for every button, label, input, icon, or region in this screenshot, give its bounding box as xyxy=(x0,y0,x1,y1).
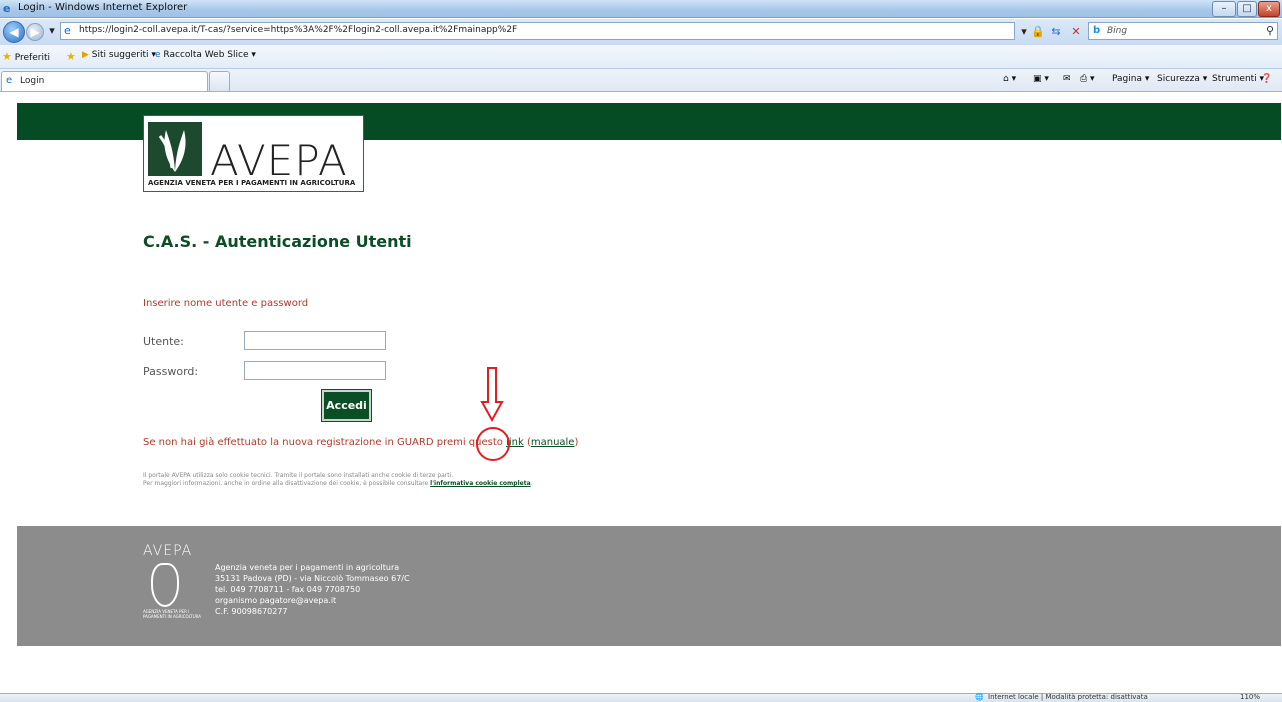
favorites-bar: ★ Preferiti ★ ▶ Siti suggeriti ▾ e Racco… xyxy=(0,45,1282,69)
password-label: Password: xyxy=(143,365,199,378)
login-prompt: Inserire nome utente e password xyxy=(143,298,309,309)
web-slice-link[interactable]: e Raccolta Web Slice ▾ xyxy=(155,50,256,60)
registration-text: Se non hai già effettuato la nuova regis… xyxy=(143,437,507,448)
zoom-level[interactable]: 110% xyxy=(1240,693,1260,701)
cookie-notice: Il portale AVEPA utilizza solo cookie te… xyxy=(143,472,533,488)
footer xyxy=(17,526,1281,646)
footer-line-cf: C.F. 90098670277 xyxy=(215,607,288,616)
home-icon[interactable]: ⌂ ▾ xyxy=(1003,74,1016,84)
suggested-sites-link[interactable]: ▶ Siti suggeriti ▾ xyxy=(82,50,156,60)
web-slice-label: Raccolta Web Slice ▾ xyxy=(163,50,256,60)
bing-icon: b xyxy=(1093,25,1101,36)
tab-ie-icon: e xyxy=(6,75,13,86)
annotation-arrow-icon xyxy=(480,367,504,422)
suggested-sites-label: Siti suggeriti ▾ xyxy=(91,50,156,60)
avepa-logo: AVEPA AGENZIA VENETA PER I PAGAMENTI IN … xyxy=(143,115,364,192)
tab-login[interactable]: e Login xyxy=(1,71,208,91)
search-icon[interactable]: ⚲ xyxy=(1266,24,1274,37)
username-field[interactable] xyxy=(244,331,386,350)
maximize-button[interactable]: □ xyxy=(1237,1,1257,17)
tools-menu[interactable]: Strumenti ▾ xyxy=(1212,74,1264,84)
tab-label: Login xyxy=(20,76,45,86)
status-zone-icon: 🌐 xyxy=(975,693,984,701)
footer-wheat-icon xyxy=(151,563,179,607)
minimize-button[interactable]: – xyxy=(1212,1,1236,17)
page-icon: e xyxy=(64,24,71,37)
manual-suffix: ) xyxy=(574,437,579,448)
footer-line-email: organismo pagatore@avepa.it xyxy=(215,596,337,605)
cookie-policy-link[interactable]: l'informativa cookie completa xyxy=(430,480,530,487)
cookie-line-2: Per maggiori informazioni, anche in ordi… xyxy=(143,480,431,487)
footer-logo-wordmark: AVEPA xyxy=(143,543,193,559)
bing-suggest-icon: ▶ xyxy=(82,50,89,60)
manual-link[interactable]: manuale xyxy=(531,437,575,448)
cookie-line-1: Il portale AVEPA utilizza solo cookie te… xyxy=(143,472,454,479)
page-title: C.A.S. - Autenticazione Utenti xyxy=(143,232,412,251)
manual-prefix: ( xyxy=(523,437,531,448)
favorites-label: Preferiti xyxy=(14,53,50,63)
mail-icon[interactable]: ✉ xyxy=(1063,74,1071,84)
new-tab-button[interactable] xyxy=(209,71,230,91)
login-button[interactable]: Accedi xyxy=(321,389,372,422)
feeds-icon[interactable]: ▣ ▾ xyxy=(1033,74,1049,84)
footer-line-org: Agenzia veneta per i pagamenti in agrico… xyxy=(215,563,400,572)
footer-line-address: 35131 Padova (PD) - via Niccolò Tommaseo… xyxy=(215,574,410,583)
back-button[interactable]: ◀ xyxy=(3,21,25,43)
url-field[interactable]: e https://login2-coll.avepa.it/T-cas/?se… xyxy=(60,22,1015,40)
logo-tagline: AGENZIA VENETA PER I PAGAMENTI IN AGRICO… xyxy=(148,179,356,187)
favorites-star-icon: ★ xyxy=(2,50,12,63)
stop-icon[interactable]: ✕ xyxy=(1068,24,1084,40)
print-icon[interactable]: ⎙ ▾ xyxy=(1080,74,1095,84)
annotation-circle xyxy=(476,427,510,461)
status-bar: 🌐 Internet locale | Modalità protetta: d… xyxy=(0,693,1282,702)
footer-logo-tagline: AGENZIA VENETA PER I PAGAMENTI IN AGRICO… xyxy=(143,609,202,619)
status-zone: Internet locale | Modalità protetta: dis… xyxy=(988,693,1148,701)
registration-line: Se non hai già effettuato la nuova regis… xyxy=(143,437,578,448)
security-menu[interactable]: Sicurezza ▾ xyxy=(1157,74,1207,84)
help-icon[interactable]: ❓ xyxy=(1261,74,1272,84)
search-placeholder: Bing xyxy=(1107,26,1128,36)
address-bar: ◀ ▶ ▾ e https://login2-coll.avepa.it/T-c… xyxy=(0,19,1282,45)
footer-line-phone: tel. 049 7708711 - fax 049 7708750 xyxy=(215,585,361,594)
wheat-logo-icon xyxy=(148,122,202,176)
logo-wordmark: AVEPA xyxy=(210,136,348,185)
url-text: https://login2-coll.avepa.it/T-cas/?serv… xyxy=(79,25,518,35)
username-label: Utente: xyxy=(143,335,184,348)
cookie-end: . xyxy=(530,480,533,487)
forward-button[interactable]: ▶ xyxy=(26,23,44,41)
search-input[interactable]: b Bing ⚲ xyxy=(1088,22,1278,40)
footer-logo: AVEPA AGENZIA VENETA PER I PAGAMENTI IN … xyxy=(143,543,203,625)
password-field[interactable] xyxy=(244,361,386,380)
web-slice-icon: e xyxy=(155,50,161,60)
page-menu[interactable]: Pagina ▾ xyxy=(1112,74,1149,84)
window-titlebar: e Login - Windows Internet Explorer – □ … xyxy=(0,0,1282,18)
history-dropdown-icon[interactable]: ▾ xyxy=(44,23,60,39)
add-favorite-icon[interactable]: ★ xyxy=(66,50,76,63)
lock-icon[interactable]: 🔒 xyxy=(1030,24,1046,40)
close-button[interactable]: x xyxy=(1258,1,1280,17)
footer-address: Agenzia veneta per i pagamenti in agrico… xyxy=(215,562,410,617)
ie-icon: e xyxy=(3,2,11,15)
tab-bar: e Login ⌂ ▾ ▣ ▾ ✉ ⎙ ▾ Pagina ▾ Sicurezza… xyxy=(0,69,1282,92)
window-title: Login - Windows Internet Explorer xyxy=(18,2,188,13)
refresh-icon[interactable]: ⇆ xyxy=(1048,24,1064,40)
favorites-button[interactable]: ★ Preferiti xyxy=(2,50,50,63)
